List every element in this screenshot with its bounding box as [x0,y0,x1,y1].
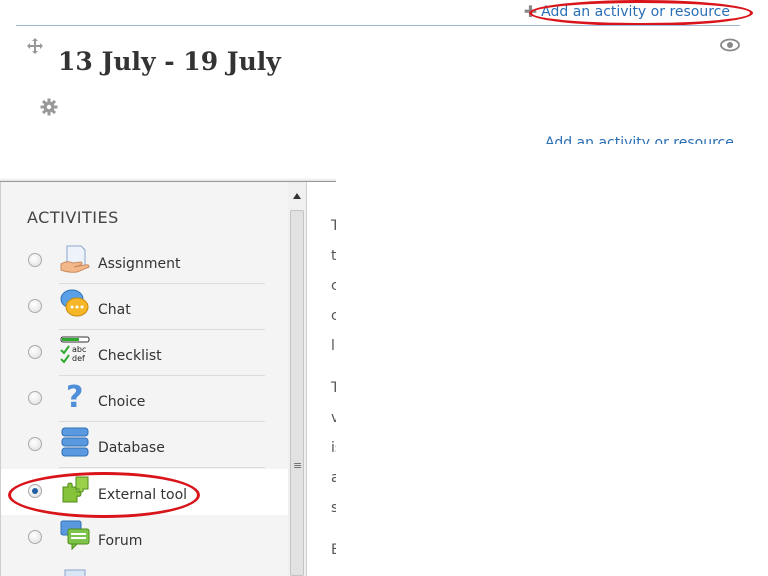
add-activity-label-bottom: Add an activity or resource [545,135,734,144]
item-divider [59,467,265,468]
database-icon [61,427,89,457]
activity-item-checklist[interactable]: abc def Checklist [1,330,289,376]
activity-item-forum[interactable]: Forum [1,515,289,561]
description-panel: T t c c l T v is a s E [307,182,336,576]
checklist-icon: abc def [60,336,90,364]
description-text: a [331,470,336,486]
activity-label: Assignment [98,256,181,272]
activity-label: Chat [98,302,131,318]
radio-choice[interactable] [28,391,42,405]
activity-item-choice[interactable]: ? Choice [1,376,289,422]
description-text: T [331,380,336,396]
grip-icon: ≡ [293,459,303,472]
section-title: 13 July - 19 July [58,47,281,76]
radio-checklist[interactable] [28,345,42,359]
activity-item-assignment[interactable]: Assignment [1,238,289,284]
description-text: c [331,278,336,294]
activity-label: Forum [98,533,143,549]
move-icon[interactable] [26,37,44,55]
chat-icon [60,289,89,317]
forum-icon [60,520,90,551]
radio-forum[interactable] [28,530,42,544]
radio-database[interactable] [28,437,42,451]
activity-list: ACTIVITIES Assignment Chat abc def Check… [0,182,290,576]
category-heading: ACTIVITIES [27,208,119,227]
description-text: l [331,338,335,354]
add-activity-link-bottom[interactable]: Add an activity or resource [545,135,745,144]
activity-chooser: ACTIVITIES Assignment Chat abc def Check… [0,181,336,576]
highlight-oval-external-tool [8,472,200,518]
description-text: v [331,410,336,426]
description-text: T [331,218,336,234]
radio-chat[interactable] [28,299,42,313]
description-text: E [331,542,336,558]
activity-label: Checklist [98,348,162,364]
section-divider [16,25,740,26]
description-text: t [331,248,336,264]
gear-icon[interactable] [40,98,58,116]
description-text: is [331,440,336,456]
course-section: ✚ Add an activity or resource 13 July - … [0,0,753,144]
choice-icon: ? [66,380,83,412]
activity-item-database[interactable]: Database [1,422,289,468]
highlight-oval-add-link [529,0,753,26]
activity-label: Choice [98,394,146,410]
description-text: c [331,308,336,324]
eye-icon[interactable] [720,38,740,52]
activity-label: Database [98,440,165,456]
svg-text:def: def [72,354,85,363]
scroll-up-arrow-icon[interactable] [291,191,303,201]
radio-assignment[interactable] [28,253,42,267]
description-text: s [331,500,336,516]
svg-text:?: ? [66,380,83,412]
assignment-icon [60,245,90,273]
scroll-thumb[interactable]: ≡ [290,210,304,576]
activity-list-scrollbar[interactable]: ≡ [288,182,307,576]
svg-text:abc: abc [72,345,86,354]
activity-item-chat[interactable]: Chat [1,284,289,330]
